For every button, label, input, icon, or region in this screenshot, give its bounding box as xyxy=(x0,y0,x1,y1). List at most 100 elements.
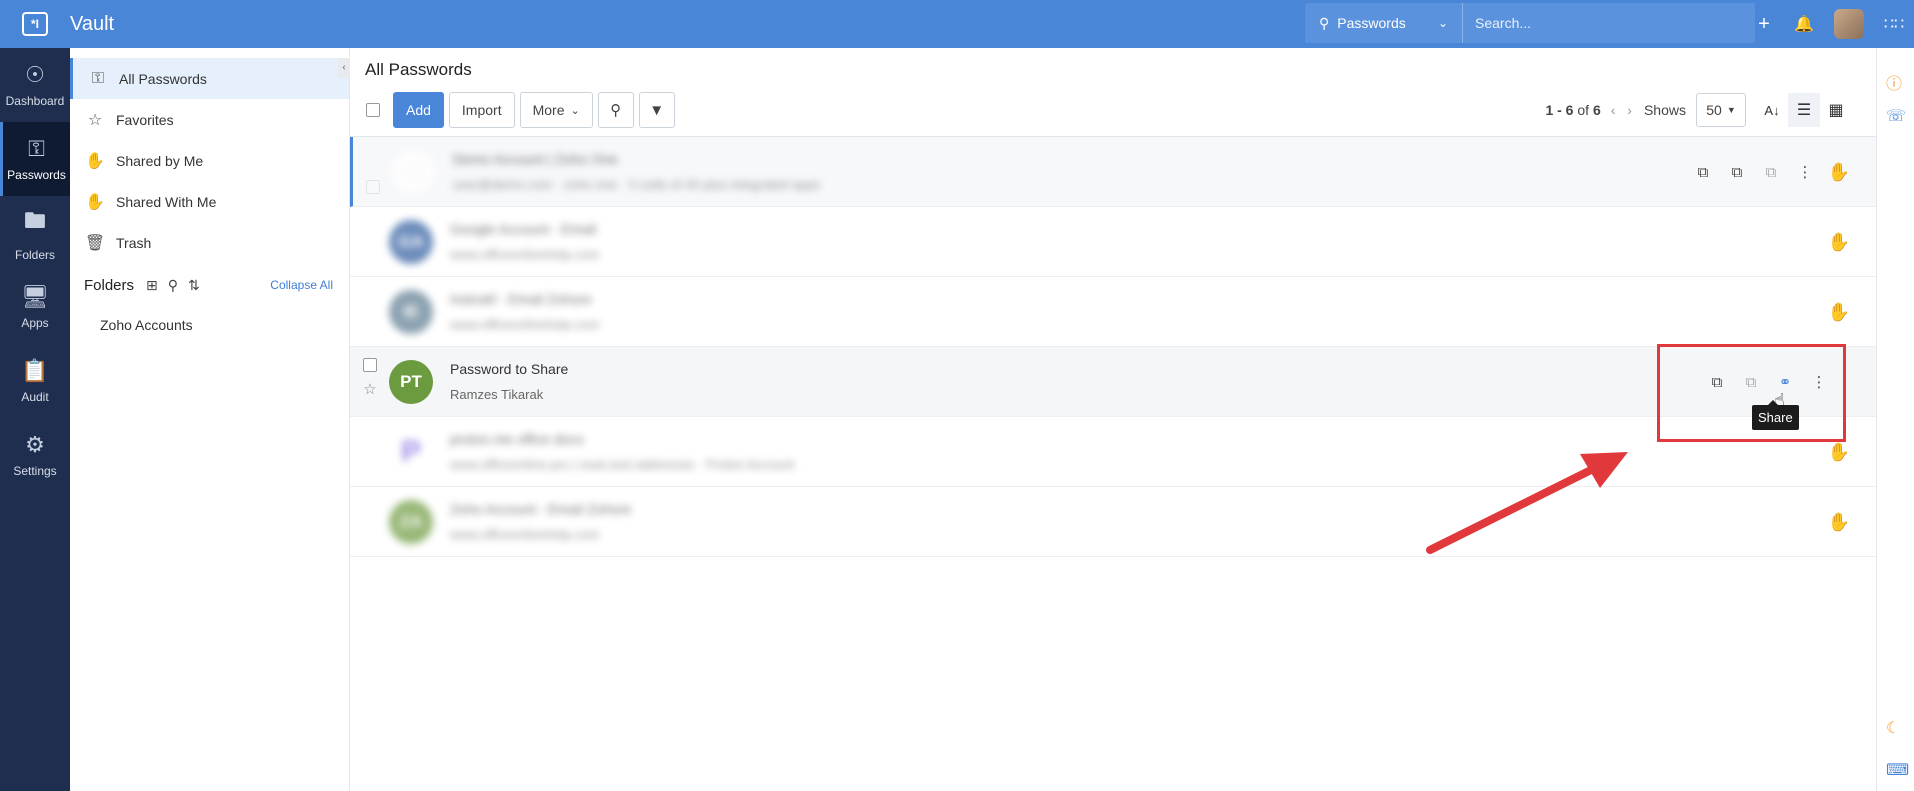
shared-with-me-icon: ✋ xyxy=(1827,161,1851,182)
key-icon: ⚿ xyxy=(91,69,105,87)
row-name[interactable]: Zoho Account - Email Zohore xyxy=(450,501,631,517)
folders-header: Folders ⊞ ⚲ ⇅ Collapse All xyxy=(70,265,349,305)
hand-cursor-icon: ☝ xyxy=(1774,390,1785,410)
row-text: Google Account - Email www.officeonlineh… xyxy=(450,221,599,262)
star-icon[interactable]: ☆ xyxy=(363,380,376,398)
nav-item-dashboard[interactable]: ☉ Dashboard xyxy=(0,48,70,122)
share-icon[interactable]: ⧉ xyxy=(1754,164,1788,181)
row-name[interactable]: Demo Account | Zoho One xyxy=(453,151,820,167)
page-size-value: 50 xyxy=(1706,102,1722,118)
nav-item-settings[interactable]: ⚙ Settings xyxy=(0,418,70,492)
collapse-all-link[interactable]: Collapse All xyxy=(270,278,333,292)
folder-item[interactable]: Zoho Accounts xyxy=(70,305,349,345)
nav-item-folders[interactable]: 🖿 Folders xyxy=(0,196,70,270)
search-input[interactable]: Search... xyxy=(1463,15,1755,31)
chevron-left-icon[interactable]: ‹ xyxy=(1611,102,1616,118)
sort-icon[interactable]: ⇅ xyxy=(188,277,200,294)
list-item[interactable]: ☆ PT Password to Share Ramzes Tikarak ⧉ … xyxy=(350,347,1876,417)
list-item[interactable]: IE Instrukf - Email Zohore www.officeonl… xyxy=(350,277,1876,347)
sidebar-item-shared-with-me[interactable]: ✋ Shared With Me xyxy=(70,181,349,222)
plus-icon[interactable]: + xyxy=(1744,13,1784,36)
row-actions: ⧉ ⧉ ⧉ ⋮ ✋ xyxy=(1686,137,1856,207)
nav-item-apps[interactable]: 🖥 Apps xyxy=(0,270,70,344)
keyboard-icon[interactable]: ⌨ xyxy=(1886,760,1909,780)
sidebar-item-label: Shared by Me xyxy=(116,152,204,169)
row-actions: ✋ xyxy=(1822,207,1856,277)
annotation-arrow xyxy=(1426,452,1628,554)
shared-by-me-icon: ✋ xyxy=(1827,231,1851,252)
page-size-select[interactable]: 50 ▼ xyxy=(1696,93,1746,127)
record-total: 6 xyxy=(1592,102,1601,118)
row-actions: ✋ xyxy=(1822,487,1856,557)
nav-label: Dashboard xyxy=(5,94,65,108)
search-scope-dropdown[interactable]: ⚲ Passwords ⌄ xyxy=(1305,3,1463,43)
select-all-checkbox[interactable] xyxy=(366,103,380,117)
add-folder-icon[interactable]: ⊞ xyxy=(146,277,158,294)
top-actions: + 🔔 ∷∷ xyxy=(1744,0,1914,48)
nav-item-audit[interactable]: 📋 Audit xyxy=(0,344,70,418)
row-name[interactable]: Password to Share xyxy=(450,361,568,377)
app-grid-icon[interactable]: ∷∷ xyxy=(1874,14,1914,34)
row-sub: www.officeonlinehelp.com xyxy=(450,317,600,332)
import-button[interactable]: Import xyxy=(448,92,515,128)
chevron-right-icon[interactable]: › xyxy=(1627,102,1632,118)
copy-icon[interactable]: ⧉ xyxy=(1686,164,1720,181)
more-vertical-icon[interactable]: ⋮ xyxy=(1788,163,1822,181)
list-item[interactable]: GA Google Account - Email www.officeonli… xyxy=(350,207,1876,277)
support-headset-icon[interactable]: ☏ xyxy=(1886,106,1906,126)
row-text: Instrukf - Email Zohore www.officeonline… xyxy=(450,291,599,332)
more-label: More xyxy=(532,102,565,118)
avatar: ZA xyxy=(389,499,433,544)
avatar: PT xyxy=(389,359,433,404)
row-actions: ✋ xyxy=(1822,277,1856,347)
sort-az-icon[interactable]: A↓ xyxy=(1756,93,1788,127)
row-sub: www.officeonline.pro | read and addresse… xyxy=(450,457,795,472)
collapse-sidebar-icon[interactable]: ‹ xyxy=(338,58,350,78)
nav-item-passwords[interactable]: ⚿ Passwords xyxy=(0,122,70,196)
grid-view-icon[interactable]: ▦ xyxy=(1820,93,1852,127)
row-name[interactable]: Google Account - Email xyxy=(450,221,599,237)
row-checkbox[interactable] xyxy=(366,179,380,194)
sidebar: ‹ ⚿ All Passwords ☆ Favorites ✋ Shared b… xyxy=(70,48,350,791)
shared-with-me-icon: ✋ xyxy=(1827,441,1851,462)
sidebar-item-favorites[interactable]: ☆ Favorites xyxy=(70,99,349,140)
sidebar-item-shared-by-me[interactable]: ✋ Shared by Me xyxy=(70,140,349,181)
sidebar-item-all-passwords[interactable]: ⚿ All Passwords xyxy=(70,58,349,99)
help-icon[interactable]: ⓘ xyxy=(1886,70,1902,94)
more-button[interactable]: More ⌄ xyxy=(519,92,593,128)
gear-icon: ⚙ xyxy=(25,432,45,457)
row-sub: www.officeonlinehelp.com xyxy=(450,527,600,542)
nav-label: Passwords xyxy=(7,168,66,182)
list-view-icon[interactable]: ☰ xyxy=(1788,93,1820,127)
open-link-icon[interactable]: ⧉ xyxy=(1720,164,1754,181)
avatar[interactable] xyxy=(1834,9,1864,39)
filter-button[interactable]: ▼ xyxy=(638,92,675,128)
nav-label: Apps xyxy=(21,316,49,330)
vault-logo-icon[interactable]: *I xyxy=(0,0,70,48)
row-checkbox[interactable] xyxy=(363,357,377,372)
nav-label: Audit xyxy=(21,390,49,404)
app-title: Vault xyxy=(70,12,115,35)
nav-label: Folders xyxy=(14,248,55,262)
shows-label: Shows xyxy=(1643,102,1686,118)
row-name[interactable]: proton.me office docs xyxy=(450,431,794,447)
left-nav: ☉ Dashboard ⚿ Passwords 🖿 Folders 🖥 Apps… xyxy=(0,48,70,791)
list-item[interactable]: ZA Zoho Account - Email Zohore www.offic… xyxy=(350,487,1876,557)
list-item[interactable]: P proton.me office docs www.officeonline… xyxy=(350,417,1876,487)
row-name[interactable]: Instrukf - Email Zohore xyxy=(450,291,599,307)
search-scope-label: Passwords xyxy=(1337,15,1406,31)
folder-icon: 🖿 xyxy=(23,208,46,233)
search-button[interactable]: ⚲ xyxy=(597,92,634,128)
sidebar-item-label: Trash xyxy=(116,234,152,251)
sidebar-item-label: Favorites xyxy=(116,111,174,128)
list-item[interactable]: Demo Account | Zoho One user@demo.com · … xyxy=(350,137,1876,207)
row-text: proton.me office docs www.officeonline.p… xyxy=(450,431,794,472)
moon-icon[interactable]: ☾ xyxy=(1886,718,1900,738)
avatar: GA xyxy=(389,219,433,264)
bell-icon[interactable]: 🔔 xyxy=(1784,14,1824,34)
search-icon: ⚲ xyxy=(610,102,622,119)
search-icon[interactable]: ⚲ xyxy=(168,277,178,294)
sidebar-item-label: All Passwords xyxy=(119,70,207,87)
sidebar-item-trash[interactable]: 🗑 Trash xyxy=(70,222,349,263)
add-button[interactable]: Add xyxy=(393,92,444,128)
